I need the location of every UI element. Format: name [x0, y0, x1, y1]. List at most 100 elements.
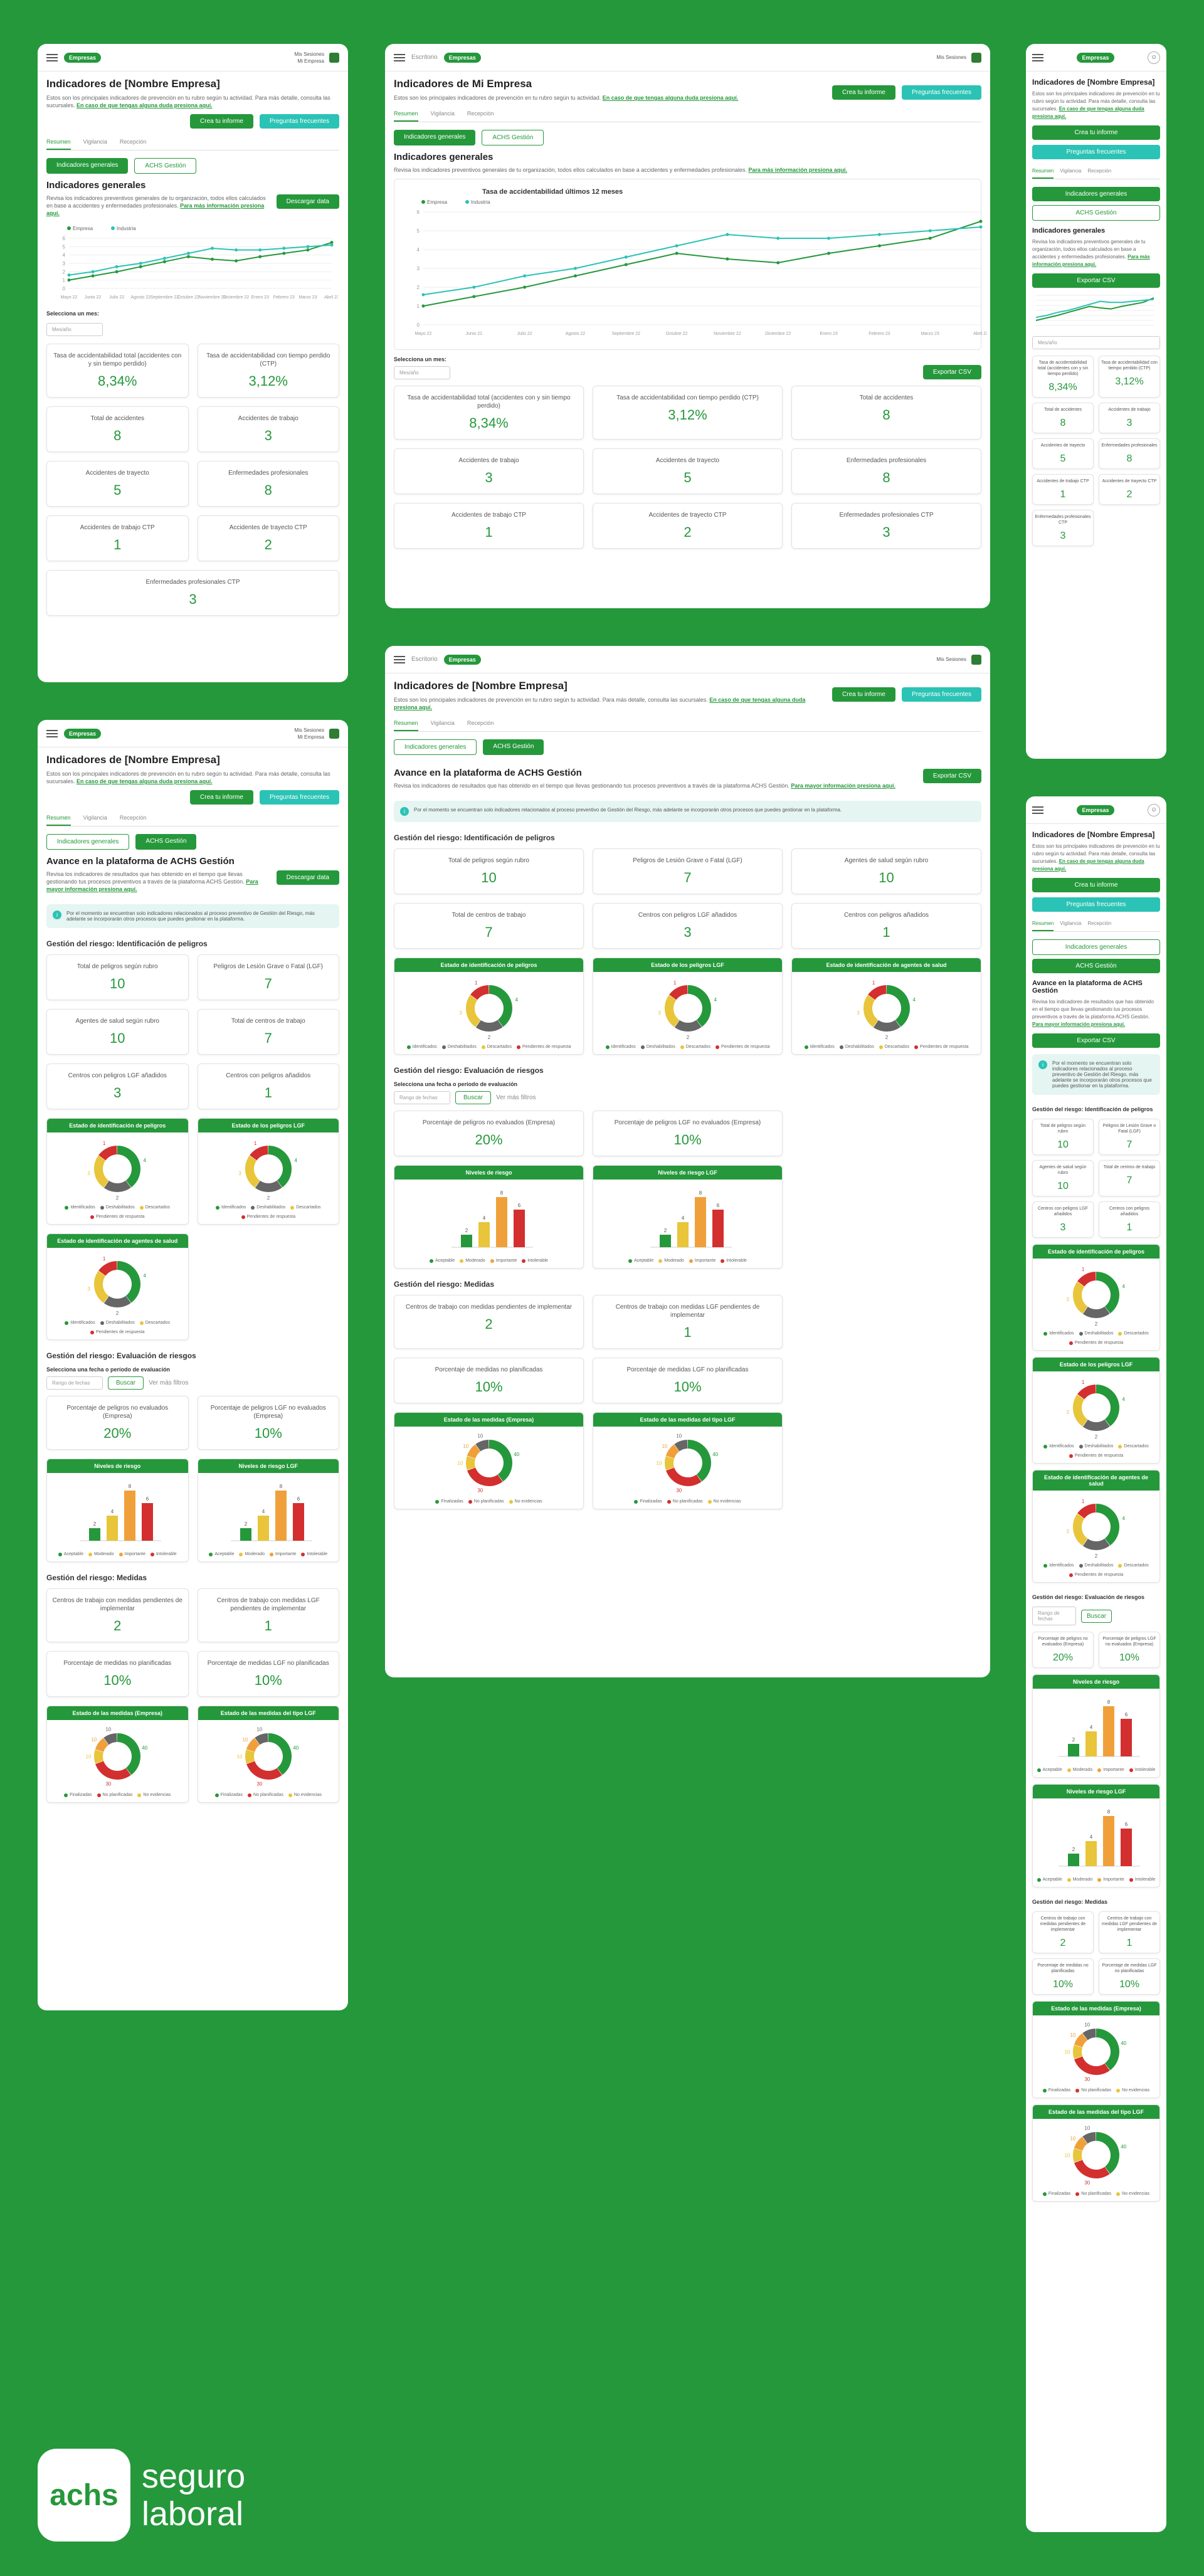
- faq-button[interactable]: Preguntas frecuentes: [901, 687, 981, 702]
- menu-icon[interactable]: [46, 53, 58, 61]
- month-select[interactable]: Mes/año: [1032, 336, 1160, 349]
- faq-button[interactable]: Preguntas frecuentes: [259, 114, 339, 129]
- tab-vigilancia[interactable]: Vigilancia: [83, 811, 107, 826]
- tab-vigilancia[interactable]: Vigilancia: [431, 716, 455, 731]
- tab-vigilancia[interactable]: Vigilancia: [1060, 917, 1081, 931]
- donut-slice: [98, 1261, 118, 1276]
- slice-label: 40: [293, 1745, 298, 1751]
- tab-vigilancia[interactable]: Vigilancia: [83, 135, 107, 150]
- slice-label: 10: [656, 1460, 662, 1466]
- tab-resumen[interactable]: Resumen: [394, 107, 418, 122]
- date-range-input[interactable]: Rango de fechas: [1032, 1607, 1076, 1625]
- create-report-button[interactable]: Crea tu informe: [190, 114, 253, 129]
- tab-recepcion[interactable]: Recepción: [120, 811, 147, 826]
- tab-recepcion[interactable]: Recepción: [1087, 164, 1111, 179]
- create-report-button[interactable]: Crea tu informe: [190, 790, 253, 805]
- faq-button[interactable]: Preguntas frecuentes: [901, 85, 981, 100]
- subtab-gestion[interactable]: ACHS Gestión: [483, 739, 544, 755]
- section-title: Indicadores generales: [394, 152, 494, 162]
- date-range-input[interactable]: Rango de fechas: [394, 1091, 450, 1104]
- company-icon[interactable]: [329, 52, 339, 63]
- breadcrumb[interactable]: Escritorio: [411, 656, 438, 663]
- tab-recepcion[interactable]: Recepción: [467, 716, 494, 731]
- subtab-general[interactable]: Indicadores generales: [1032, 939, 1160, 955]
- search-button[interactable]: Buscar: [455, 1091, 492, 1104]
- date-range-input[interactable]: Rango de fechas: [46, 1376, 103, 1390]
- donut-chart: 4 2 3 1: [88, 1141, 147, 1200]
- subtab-gestion[interactable]: ACHS Gestión: [1032, 959, 1160, 973]
- subtab-general[interactable]: Indicadores generales: [46, 158, 129, 174]
- subtab-general[interactable]: Indicadores generales: [46, 834, 130, 850]
- bar-chart: 2 4 8 6: [1059, 1809, 1140, 1867]
- tab-recepcion[interactable]: Recepción: [467, 107, 494, 122]
- bar-label: 8: [699, 1190, 702, 1196]
- export-button[interactable]: Exportar CSV: [1032, 1033, 1160, 1048]
- stat-card: Total de accidentes 8: [791, 386, 981, 440]
- help-link[interactable]: En caso de que tengas alguna duda presio…: [77, 778, 213, 784]
- tab-recepcion[interactable]: Recepción: [1087, 917, 1111, 931]
- info-link[interactable]: Para mayor información presiona aquí.: [791, 783, 895, 789]
- stat-card: Centros con peligros LGF añadidos 3: [46, 1064, 189, 1109]
- company-icon[interactable]: [971, 654, 981, 665]
- help-link[interactable]: En caso de que tengas alguna duda presio…: [603, 95, 739, 101]
- create-report-button[interactable]: Crea tu informe: [1032, 125, 1160, 140]
- user-icon[interactable]: ☺: [1148, 803, 1160, 816]
- export-button[interactable]: Exportar CSV: [922, 365, 981, 379]
- menu-icon[interactable]: [394, 655, 405, 663]
- export-button[interactable]: Exportar CSV: [1032, 273, 1160, 288]
- breadcrumb[interactable]: Escritorio: [411, 54, 438, 61]
- donut-slice: [1074, 2056, 1110, 2075]
- donut-slice: [475, 1440, 489, 1452]
- accident-rate-chart: 0 1 2 3 4 5 6 Mayo 22 Junio 22 Julio 22 Agosto 22 S…: [61, 226, 339, 300]
- more-filters-link[interactable]: Ver más filtros: [496, 1094, 536, 1101]
- subtab-gestion[interactable]: ACHS Gestión: [134, 158, 197, 174]
- month-select[interactable]: Mes/año: [46, 323, 103, 336]
- info-link[interactable]: Para más información presiona aquí.: [748, 167, 847, 173]
- menu-icon[interactable]: [1032, 53, 1043, 61]
- x-tick-label: Enero 23: [251, 295, 270, 300]
- tab-resumen[interactable]: Resumen: [46, 811, 71, 826]
- menu-icon[interactable]: [1032, 806, 1043, 814]
- tab-recepcion[interactable]: Recepción: [120, 135, 147, 150]
- user-icon[interactable]: ☺: [1148, 51, 1160, 64]
- tab-vigilancia[interactable]: Vigilancia: [431, 107, 455, 122]
- menu-icon[interactable]: [394, 53, 405, 61]
- subtab-general[interactable]: Indicadores generales: [1032, 187, 1160, 201]
- subtab-gestion[interactable]: ACHS Gestión: [482, 130, 544, 145]
- tab-resumen[interactable]: Resumen: [1032, 917, 1054, 931]
- download-button[interactable]: Descargar data: [276, 870, 339, 885]
- create-report-button[interactable]: Crea tu informe: [1032, 878, 1160, 892]
- company-icon[interactable]: [329, 728, 339, 739]
- bar: [275, 1491, 287, 1541]
- tab-resumen[interactable]: Resumen: [46, 135, 71, 150]
- slice-label: 4: [714, 997, 717, 1003]
- download-button[interactable]: Descargar data: [276, 194, 339, 209]
- subtab-gestion[interactable]: ACHS Gestión: [135, 834, 197, 850]
- create-report-button[interactable]: Crea tu informe: [832, 687, 895, 702]
- more-filters-link[interactable]: Ver más filtros: [149, 1380, 188, 1386]
- subtab-general[interactable]: Indicadores generales: [394, 130, 476, 145]
- help-link[interactable]: En caso de que tengas alguna duda presio…: [77, 102, 213, 108]
- subtab-general[interactable]: Indicadores generales: [394, 739, 477, 755]
- faq-button[interactable]: Preguntas frecuentes: [1032, 145, 1160, 159]
- tab-resumen[interactable]: Resumen: [1032, 164, 1054, 179]
- search-button[interactable]: Buscar: [108, 1376, 144, 1390]
- tab-vigilancia[interactable]: Vigilancia: [1060, 164, 1081, 179]
- faq-button[interactable]: Preguntas frecuentes: [1032, 897, 1160, 912]
- data-point: [306, 245, 310, 248]
- tab-resumen[interactable]: Resumen: [394, 716, 418, 731]
- create-report-button[interactable]: Crea tu informe: [832, 85, 895, 100]
- slice-label: 1: [103, 1256, 106, 1262]
- export-button[interactable]: Exportar CSV: [922, 769, 981, 783]
- user-info: Mis Sesiones Mi Empresa: [294, 51, 324, 64]
- search-button[interactable]: Buscar: [1081, 1609, 1112, 1623]
- menu-icon[interactable]: [46, 729, 58, 737]
- company-icon[interactable]: [971, 52, 981, 63]
- faq-button[interactable]: Preguntas frecuentes: [259, 790, 339, 805]
- info-link[interactable]: Para mayor información presiona aquí.: [1032, 1021, 1125, 1027]
- month-select[interactable]: Mes/año: [394, 366, 450, 379]
- bar-label: 2: [1072, 1847, 1075, 1852]
- bar-chart: 2 4 8 6: [1059, 1699, 1140, 1757]
- stat-card: Tasa de accidentabilidad con tiempo perd…: [197, 344, 339, 398]
- subtab-gestion[interactable]: ACHS Gestión: [1032, 205, 1160, 221]
